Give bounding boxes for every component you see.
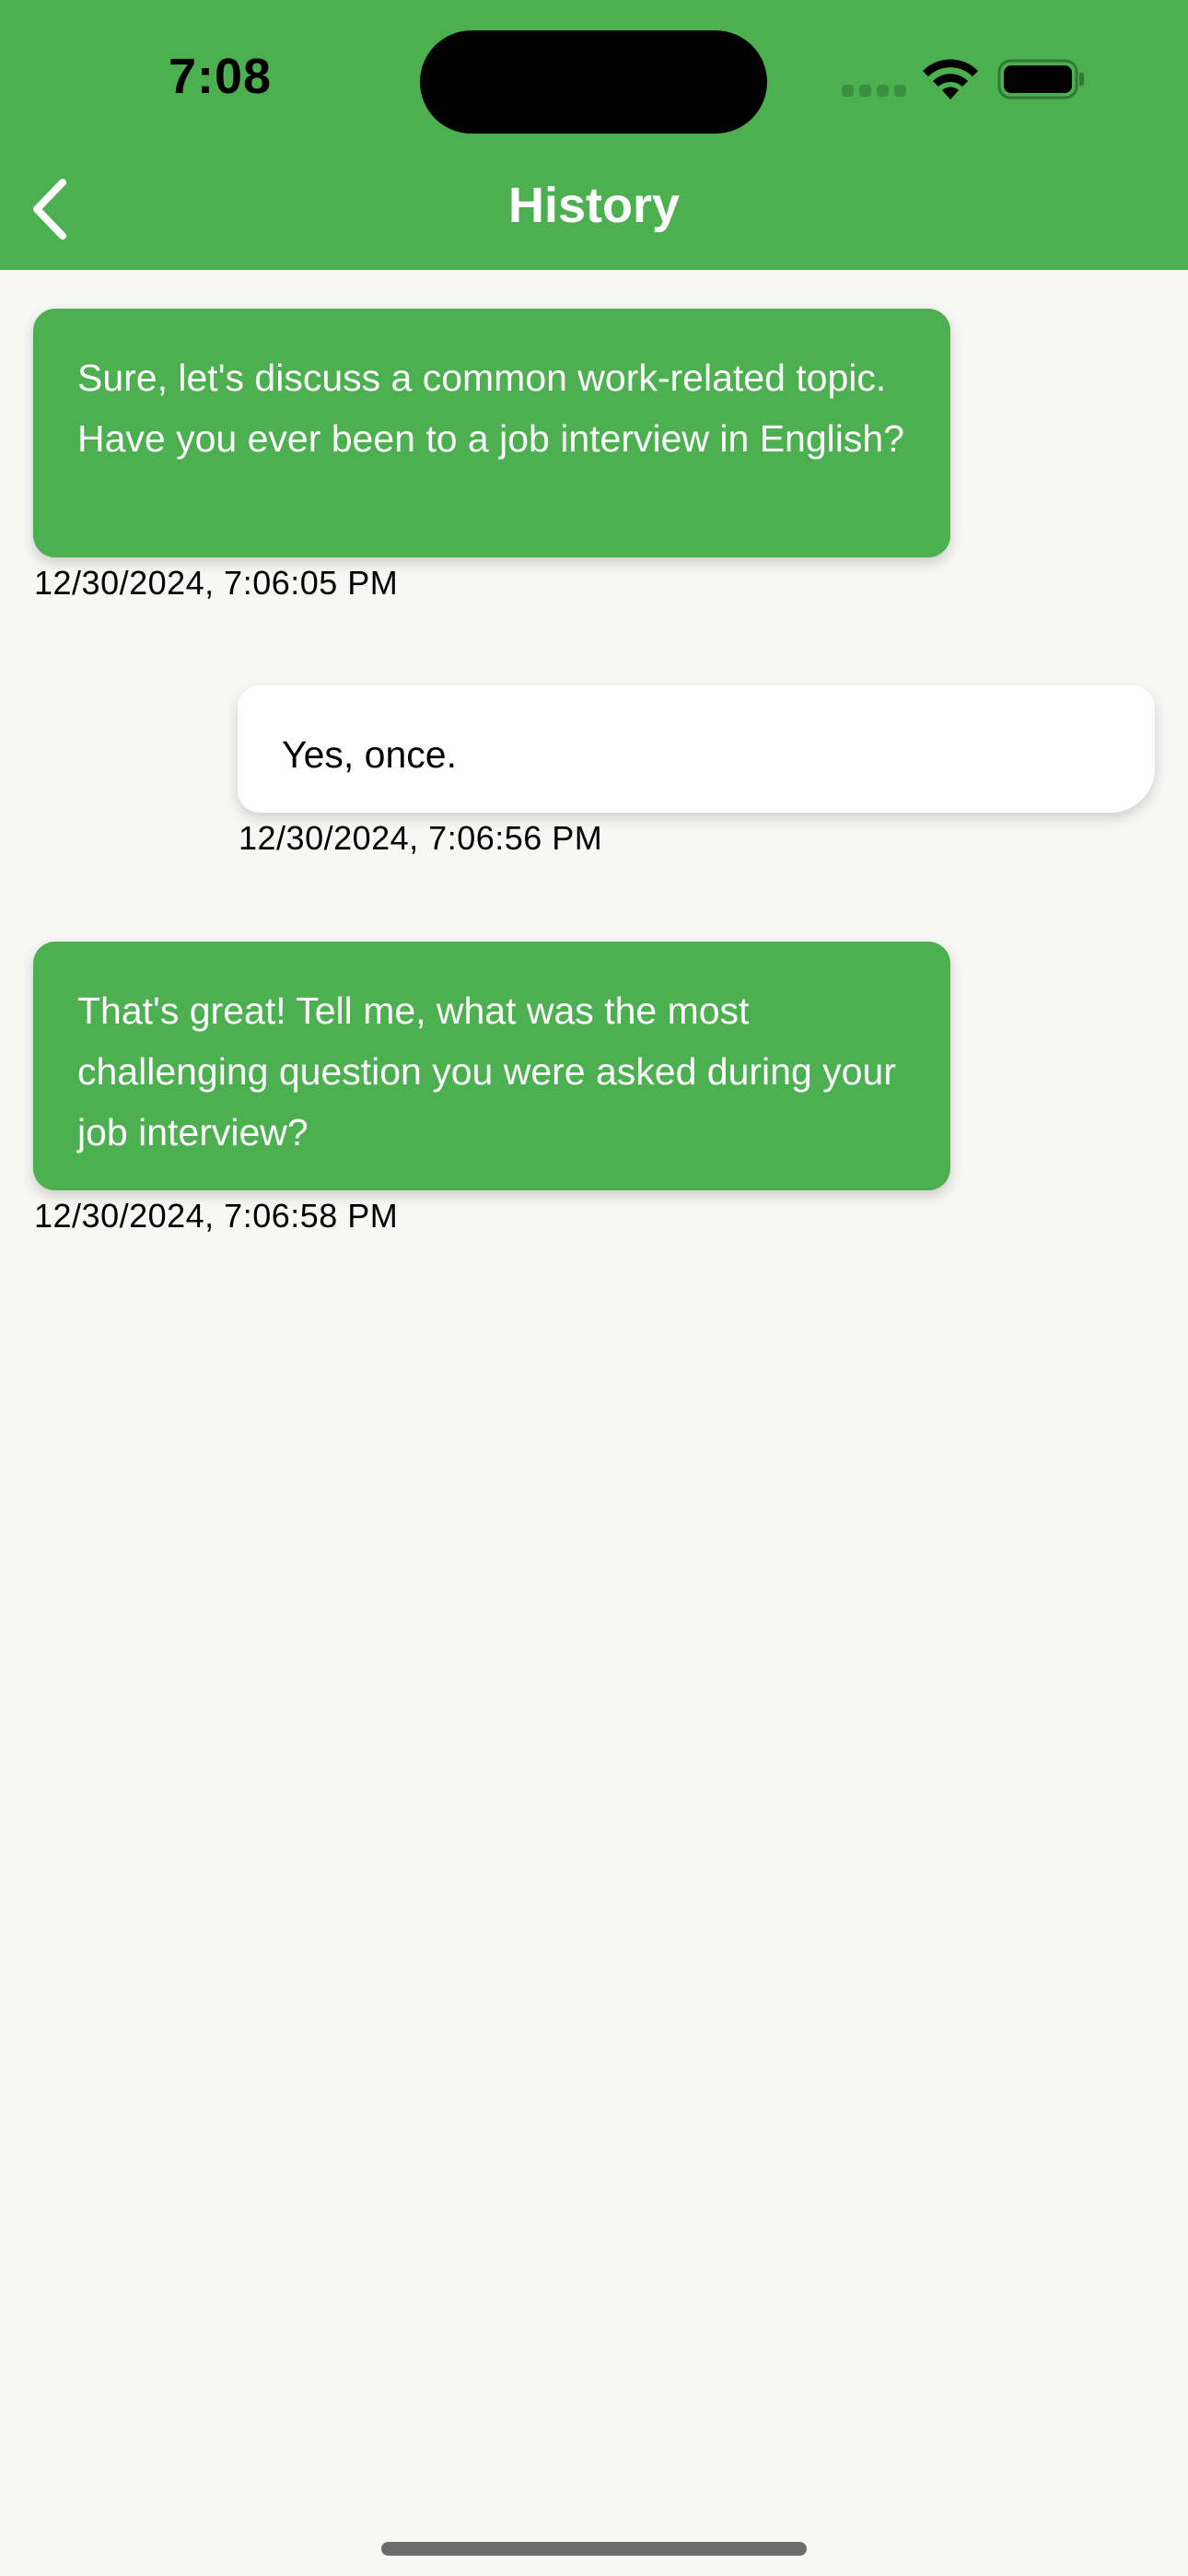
assistant-message-bubble: Sure, let's discuss a common work-relate… — [33, 309, 950, 557]
dynamic-island — [420, 30, 767, 134]
assistant-message-bubble: That's great! Tell me, what was the most… — [33, 942, 950, 1190]
message-timestamp: 12/30/2024, 7:06:58 PM — [34, 1197, 399, 1235]
history-screen: 7:08 History Sure, let's discuss a commo… — [0, 0, 1188, 2576]
page-title: History — [507, 178, 681, 233]
home-indicator[interactable] — [381, 2542, 807, 2556]
battery-icon — [997, 59, 1084, 100]
message-text: Yes, once. — [282, 733, 457, 776]
message-text: That's great! Tell me, what was the most… — [77, 989, 896, 1153]
message-text: Sure, let's discuss a common work-relate… — [77, 357, 904, 460]
status-time: 7:08 — [169, 49, 273, 104]
message-timestamp: 12/30/2024, 7:06:56 PM — [239, 819, 603, 857]
message-timestamp: 12/30/2024, 7:06:05 PM — [34, 564, 399, 602]
app-header: 7:08 History — [0, 0, 1188, 270]
cellular-signal-icon — [842, 85, 906, 98]
user-message-bubble: Yes, once. — [238, 685, 1155, 813]
wifi-icon — [923, 59, 978, 100]
